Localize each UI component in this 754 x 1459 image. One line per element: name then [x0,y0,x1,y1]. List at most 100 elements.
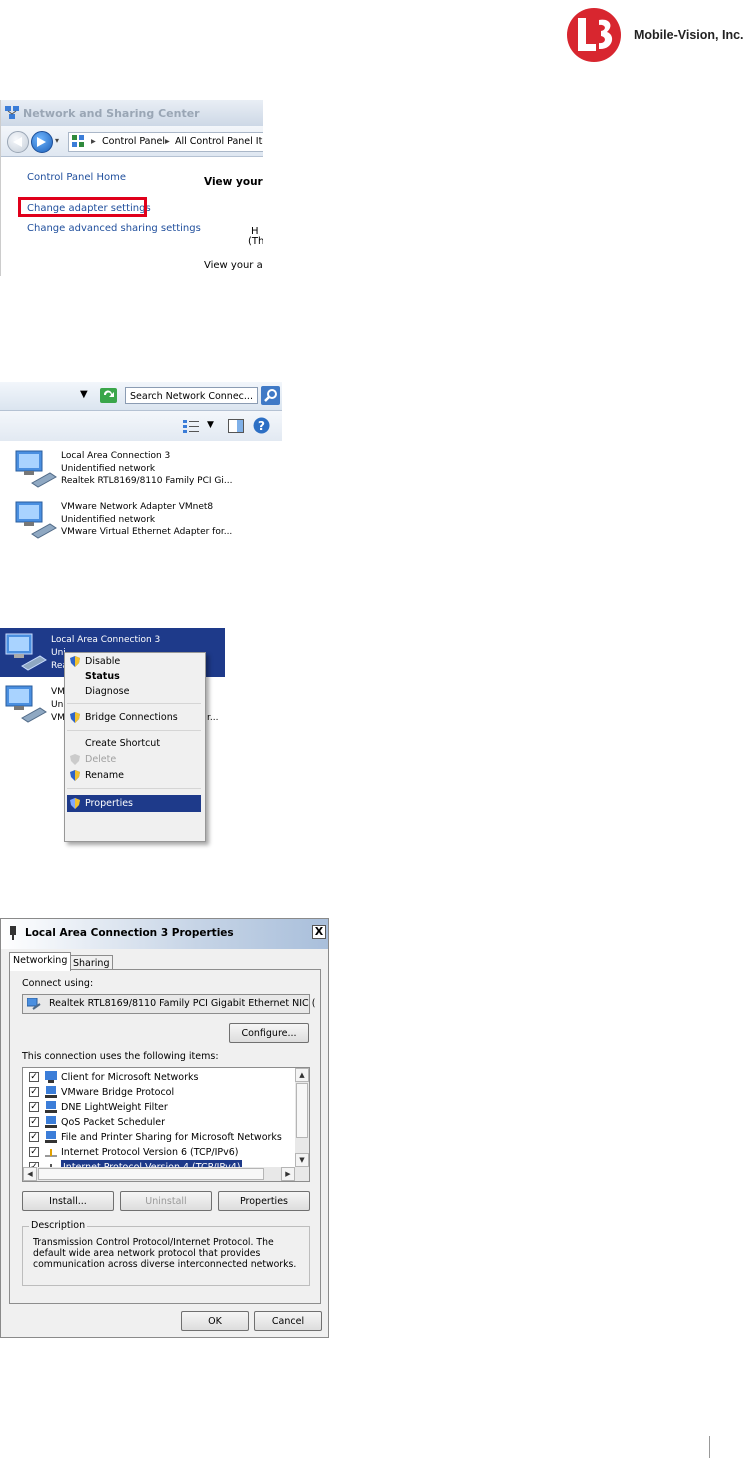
tab-networking[interactable]: Networking [9,952,72,971]
change-advanced-sharing-link[interactable]: Change advanced sharing settings [27,223,201,234]
scroll-left-icon[interactable]: ◀ [23,1167,37,1181]
close-icon[interactable]: X [312,925,326,939]
connection-adapter: Realtek RTL8169/8110 Family PCI Gi... [61,476,233,486]
network-plug-icon [10,926,16,940]
scroll-down-icon[interactable]: ▼ [295,1153,309,1167]
description-group: Description Transmission Control Protoco… [22,1220,310,1286]
network-adapter-icon [15,501,57,539]
menu-separator [67,788,201,789]
svg-text:?: ? [258,419,265,433]
checkbox-checked-icon[interactable]: ✓ [29,1087,39,1097]
breadcrumb-item[interactable]: Control Panel [102,133,165,151]
description-label: Description [29,1220,88,1231]
ip-protocol-icon [45,1149,57,1157]
item-label: Client for Microsoft Networks [61,1072,199,1083]
menu-item-properties-highlight[interactable]: Properties [67,795,201,812]
scroll-thumb[interactable] [296,1083,308,1138]
vertical-scrollbar[interactable]: ▲ ▼ [295,1068,309,1167]
help-icon[interactable]: ? [253,417,270,434]
menu-separator [67,730,201,731]
menu-item-create-shortcut[interactable]: Create Shortcut [85,738,160,749]
menu-item-status[interactable]: Status [85,671,120,682]
highlight-box [18,197,147,217]
protocol-icon [45,1101,57,1113]
scroll-right-icon[interactable]: ▶ [281,1167,295,1181]
checkbox-checked-icon[interactable]: ✓ [29,1117,39,1127]
item-label: File and Printer Sharing for Microsoft N… [61,1132,282,1143]
address-bar: ▾ ▸ Control Panel ▸ All Control Panel It… [1,126,263,157]
preview-pane-icon[interactable] [228,419,244,433]
company-name: Mobile-Vision, Inc. [634,28,744,42]
network-type-text: (Th [248,236,263,247]
page-heading: View your b [204,176,263,188]
dialog-title-bar: Local Area Connection 3 Properties X [1,919,328,949]
client-icon [45,1071,57,1083]
protocol-icon [45,1131,57,1143]
dropdown-arrow-icon[interactable]: ▼ [80,389,88,400]
address-bar: ▼ Search Network Connec... [0,382,282,411]
breadcrumb[interactable]: ▸ Control Panel ▸ All Control Panel Ite [68,132,263,152]
adapter-field: Realtek RTL8169/8110 Family PCI Gigabit … [22,994,315,1014]
toolbar: ▼ ? [0,411,282,441]
items-label: This connection uses the following items… [22,1051,219,1062]
uac-shield-icon [70,712,80,723]
network-connections-window: ▼ Search Network Connec... ▼ ? Local Are… [0,382,282,542]
control-panel-home-link[interactable]: Control Panel Home [27,172,126,183]
item-label: VMware Bridge Protocol [61,1087,175,1098]
window-title: Network and Sharing Center [23,107,200,120]
scroll-up-icon[interactable]: ▲ [295,1068,309,1082]
configure-button[interactable]: Configure... [229,1023,309,1043]
control-panel-icon [72,135,84,147]
connection-status: Unidentified network [61,464,156,474]
items-list[interactable]: ✓ Client for Microsoft Networks ✓ VMware B… [22,1067,310,1182]
search-icon[interactable] [261,386,280,405]
properties-dialog: Local Area Connection 3 Properties X Net… [0,918,329,1338]
cancel-button[interactable]: Cancel [254,1311,322,1331]
install-button[interactable]: Install... [22,1191,114,1211]
tab-panel: Connect using: Realtek RTL8169/8110 Fami… [9,969,321,1304]
checkbox-checked-icon[interactable]: ✓ [29,1147,39,1157]
protocol-icon [45,1086,57,1098]
breadcrumb-sep-icon: ▸ [91,136,96,147]
view-active-text: View your act [204,260,263,271]
uac-shield-icon [70,656,80,667]
history-dropdown-icon[interactable]: ▾ [55,136,59,145]
back-button-icon[interactable] [7,131,29,153]
search-input[interactable]: Search Network Connec... [125,387,258,404]
network-adapter-icon [5,685,47,723]
view-dropdown-icon[interactable]: ▼ [207,420,214,430]
refresh-icon[interactable] [100,388,117,403]
title-bar: Network and Sharing Center [1,100,263,126]
connection-adapter: VM [51,713,65,723]
checkbox-checked-icon[interactable]: ✓ [29,1102,39,1112]
uninstall-button: Uninstall [120,1191,212,1211]
connection-name: Local Area Connection 3 [61,451,171,461]
horizontal-scrollbar[interactable]: ◀ ▶ [23,1167,309,1181]
uac-shield-icon [70,798,80,809]
company-logo: Mobile-Vision, Inc. [564,8,754,62]
menu-item-rename[interactable]: Rename [85,770,124,781]
network-icon [5,106,19,119]
forward-button-icon[interactable] [31,131,53,153]
l3-logo-icon [567,8,621,62]
menu-item-properties[interactable]: Properties [85,798,133,809]
connect-using-label: Connect using: [22,978,94,989]
network-card-icon [27,998,41,1010]
protocol-icon [45,1116,57,1128]
item-label: QoS Packet Scheduler [61,1117,165,1128]
checkbox-checked-icon[interactable]: ✓ [29,1132,39,1142]
properties-button[interactable]: Properties [218,1191,310,1211]
network-adapter-icon [5,633,47,671]
connection-status: Unidentified network [61,515,156,525]
ok-button[interactable]: OK [181,1311,249,1331]
scroll-thumb[interactable] [38,1168,264,1180]
breadcrumb-item[interactable]: All Control Panel Ite [175,133,263,151]
network-adapter-icon [15,450,57,488]
menu-item-bridge-connections[interactable]: Bridge Connections [85,712,178,723]
dialog-title: Local Area Connection 3 Properties [25,927,234,939]
view-options-icon[interactable] [183,419,199,433]
context-menu: Disable Status Diagnose Bridge Connectio… [64,652,206,842]
checkbox-checked-icon[interactable]: ✓ [29,1072,39,1082]
menu-item-disable[interactable]: Disable [85,656,120,667]
menu-item-diagnose[interactable]: Diagnose [85,686,129,697]
